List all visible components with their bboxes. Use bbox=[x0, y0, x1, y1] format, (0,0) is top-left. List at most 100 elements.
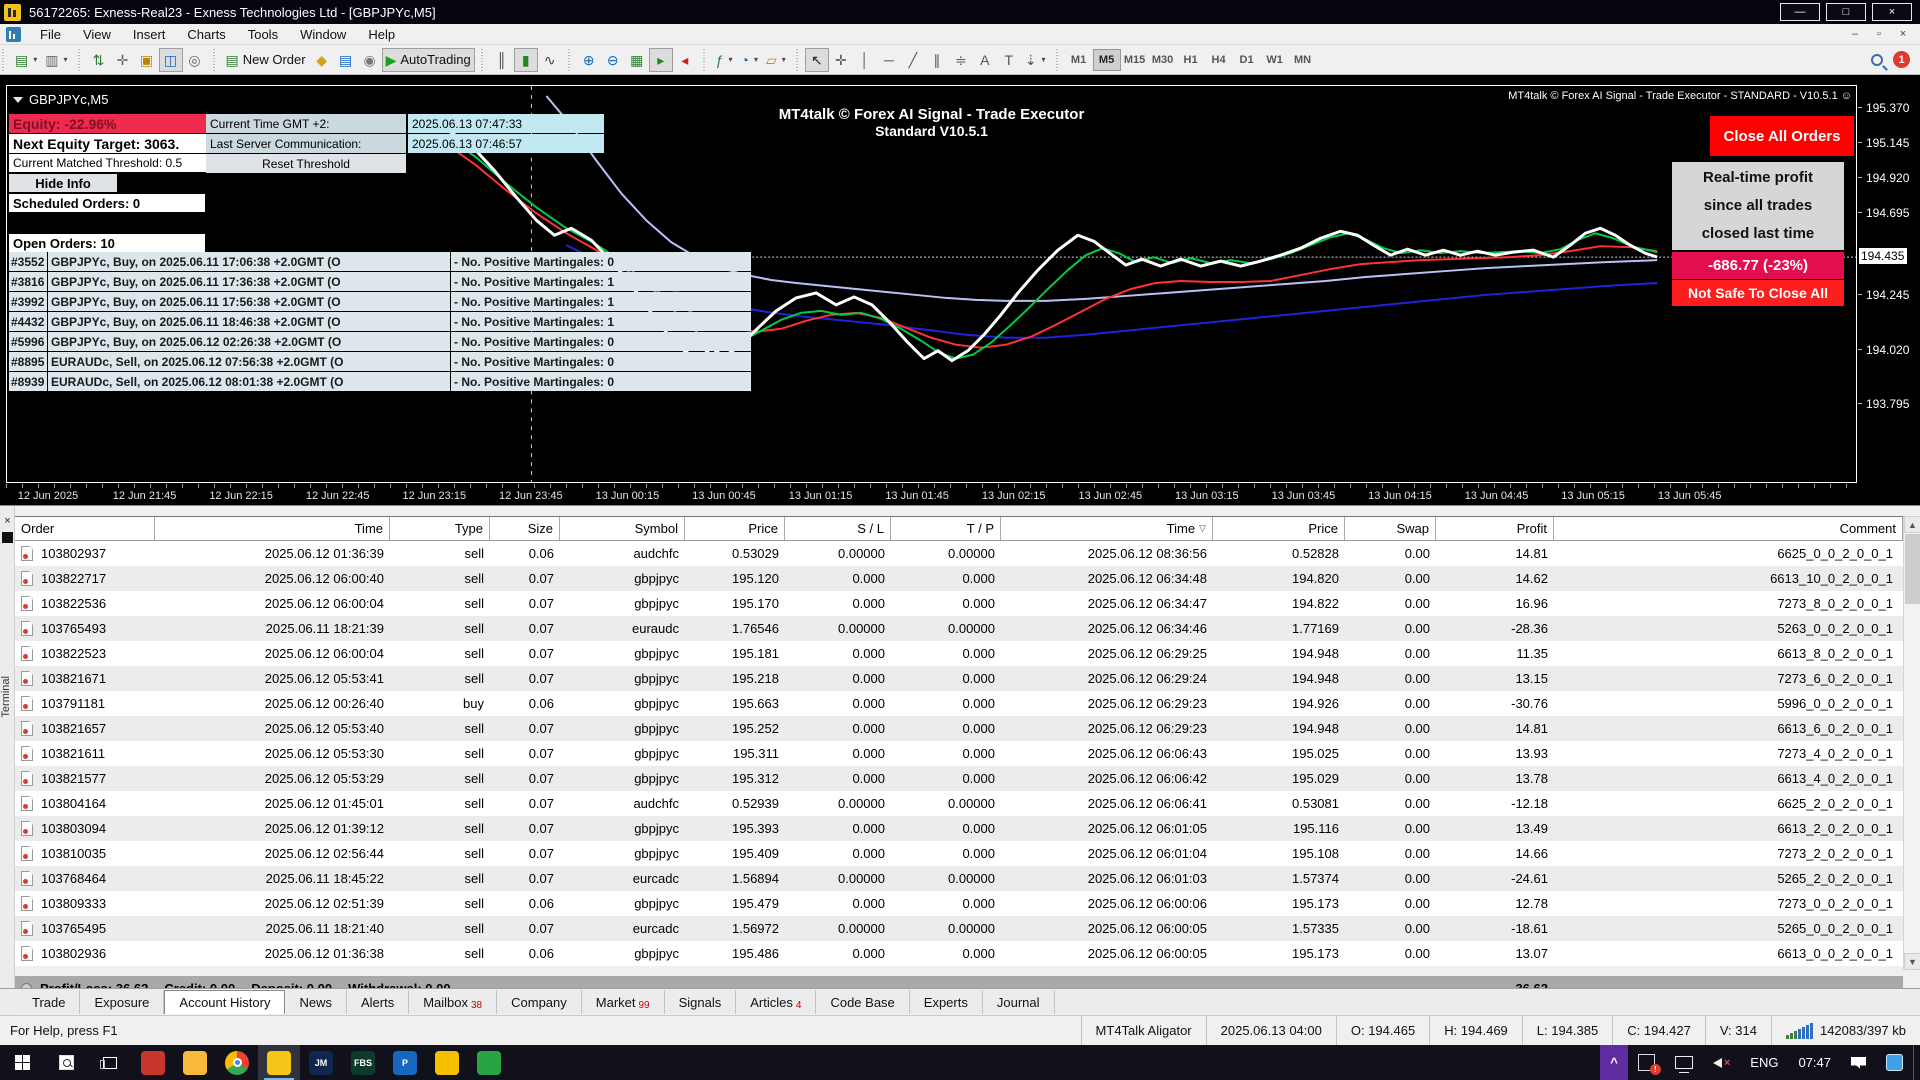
toolbar-grip[interactable] bbox=[567, 48, 573, 71]
tab-company[interactable]: Company bbox=[497, 990, 582, 1014]
metaeditor-button[interactable]: ◆ bbox=[310, 48, 334, 72]
column-header-size[interactable]: Size bbox=[490, 517, 560, 540]
time-axis[interactable]: 12 Jun 2025 12 Jun 21:45 12 Jun 22:15 12 Ju… bbox=[6, 484, 1857, 505]
experts-list-button[interactable]: ▤ bbox=[334, 48, 358, 72]
column-header-time[interactable]: Time bbox=[155, 517, 390, 540]
column-header-swap[interactable]: Swap bbox=[1345, 517, 1436, 540]
taskbar-search-button[interactable] bbox=[44, 1045, 88, 1080]
taskbar-app-chrome[interactable] bbox=[216, 1045, 258, 1080]
tab-market[interactable]: Market 99 bbox=[582, 990, 665, 1014]
tab-exposure[interactable]: Exposure bbox=[80, 990, 165, 1014]
strategy-tester-button[interactable]: ◎ bbox=[183, 48, 207, 72]
zoom-in-button[interactable]: ⊕ bbox=[577, 48, 601, 72]
toolbar-grip[interactable] bbox=[77, 48, 83, 71]
cursor-tool-button[interactable]: ↖ bbox=[804, 47, 829, 72]
table-row[interactable]: 103821657 2025.06.12 05:53:40 sell 0.07 gbpj… bbox=[15, 716, 1903, 741]
arrows-tool-button[interactable]: ⇣ ▾ bbox=[1021, 48, 1050, 72]
data-window-button[interactable]: ✛ bbox=[111, 48, 135, 72]
text-tool-button[interactable]: A bbox=[973, 48, 997, 72]
table-row[interactable]: 103822523 2025.06.12 06:00:04 sell 0.07 gbpj… bbox=[15, 641, 1903, 666]
tab-experts[interactable]: Experts bbox=[910, 990, 983, 1014]
table-row[interactable]: 103809333 2025.06.12 02:51:39 sell 0.06 gbpj… bbox=[15, 891, 1903, 916]
menu-item-insert[interactable]: Insert bbox=[122, 24, 177, 45]
table-row[interactable]: 103810035 2025.06.12 02:56:44 sell 0.07 gbpj… bbox=[15, 841, 1903, 866]
profiles-button[interactable]: ▥ ▾ bbox=[41, 48, 71, 72]
timeframe-h1-button[interactable]: H1 bbox=[1177, 49, 1205, 71]
table-row[interactable]: 103822536 2025.06.12 06:00:04 sell 0.07 gbpj… bbox=[15, 591, 1903, 616]
table-row[interactable]: 103765493 2025.06.11 18:21:39 sell 0.07 eura… bbox=[15, 616, 1903, 641]
taskbar-app-files[interactable] bbox=[174, 1045, 216, 1080]
table-row[interactable]: 103822717 2025.06.12 06:00:40 sell 0.07 gbpj… bbox=[15, 566, 1903, 591]
widget-icon[interactable] bbox=[1876, 1045, 1913, 1080]
new-chart-button[interactable]: ▤ ▾ bbox=[11, 48, 41, 72]
notification-badge[interactable]: 1 bbox=[1893, 51, 1910, 68]
menu-item-charts[interactable]: Charts bbox=[176, 24, 236, 45]
tab-mailbox[interactable]: Mailbox 38 bbox=[409, 990, 498, 1014]
column-header-type[interactable]: Type bbox=[390, 517, 490, 540]
toolbar-grip[interactable] bbox=[795, 48, 801, 71]
fibonacci-tool-button[interactable]: ≑ bbox=[949, 48, 973, 72]
auto-scroll-button[interactable]: ▸ bbox=[648, 47, 673, 72]
scroll-up-button[interactable]: ▲ bbox=[1904, 516, 1920, 533]
grid-scrollbar[interactable]: ▲ ▼ bbox=[1903, 516, 1920, 970]
column-header-price[interactable]: Price bbox=[685, 517, 785, 540]
timeframe-m15-button[interactable]: M15 bbox=[1121, 49, 1149, 71]
minimize-button[interactable]: — bbox=[1780, 3, 1820, 21]
timeframe-mn-button[interactable]: MN bbox=[1289, 49, 1317, 71]
column-header-tp[interactable]: T / P bbox=[891, 517, 1001, 540]
toolbar-grip[interactable] bbox=[702, 48, 708, 71]
volume-muted-icon[interactable]: × bbox=[1703, 1045, 1740, 1080]
timeframe-d1-button[interactable]: D1 bbox=[1233, 49, 1261, 71]
tray-clock[interactable]: 07:47 bbox=[1788, 1045, 1841, 1080]
timeframe-w1-button[interactable]: W1 bbox=[1261, 49, 1289, 71]
templates-button[interactable]: ▱ ▾ bbox=[762, 48, 790, 72]
table-row[interactable]: 103821611 2025.06.12 05:53:30 sell 0.07 gbpj… bbox=[15, 741, 1903, 766]
market-watch-button[interactable]: ⇅ bbox=[87, 48, 111, 72]
navigator-button[interactable]: ▣ bbox=[135, 48, 159, 72]
candlestick-mode-button[interactable]: ▮ bbox=[513, 47, 538, 72]
horizontal-line-tool-button[interactable]: ─ bbox=[877, 48, 901, 72]
child-restore-button[interactable]: ▫ bbox=[1868, 26, 1890, 42]
bar-chart-mode-button[interactable]: ║ bbox=[490, 48, 514, 72]
tab-account-history[interactable]: Account History bbox=[164, 990, 286, 1014]
search-icon[interactable] bbox=[1871, 53, 1883, 66]
timeframe-m5-button[interactable]: M5 bbox=[1092, 48, 1121, 71]
toolbar-grip[interactable] bbox=[480, 48, 486, 71]
table-row[interactable]: 103765495 2025.06.11 18:21:40 sell 0.07 eurc… bbox=[15, 916, 1903, 941]
tray-app-alert-icon[interactable] bbox=[1628, 1045, 1665, 1080]
chart-plot[interactable]: GBPJPYc,M5 Equity: -22.96% Next Equity T… bbox=[6, 85, 1857, 483]
taskbar-app-p[interactable]: P bbox=[384, 1045, 426, 1080]
web-request-button[interactable]: ◉ bbox=[358, 48, 382, 72]
tab-alerts[interactable]: Alerts bbox=[347, 990, 410, 1014]
toolbar-grip[interactable] bbox=[2, 48, 7, 71]
column-header-profit[interactable]: Profit bbox=[1436, 517, 1554, 540]
taskbar-app-yellow[interactable] bbox=[426, 1045, 468, 1080]
close-button[interactable]: × bbox=[1872, 3, 1912, 21]
start-button[interactable] bbox=[0, 1045, 44, 1080]
tab-code-base[interactable]: Code Base bbox=[816, 990, 910, 1014]
column-header-order[interactable]: Order bbox=[15, 517, 155, 540]
scroll-thumb[interactable] bbox=[1905, 534, 1920, 604]
terminal-grip[interactable] bbox=[2, 532, 13, 543]
zoom-out-button[interactable]: ⊖ bbox=[601, 48, 625, 72]
table-row[interactable]: 103804164 2025.06.12 01:45:01 sell 0.07 audc… bbox=[15, 791, 1903, 816]
child-minimize-button[interactable]: – bbox=[1844, 26, 1866, 42]
table-row[interactable]: 103821577 2025.06.12 05:53:29 sell 0.07 gbpj… bbox=[15, 766, 1903, 791]
crosshair-tool-button[interactable]: ✛ bbox=[829, 48, 853, 72]
reset-threshold-button[interactable]: Reset Threshold bbox=[206, 154, 406, 173]
timeframe-h4-button[interactable]: H4 bbox=[1205, 49, 1233, 71]
column-header-time[interactable]: Time ▽ bbox=[1001, 517, 1213, 540]
column-header-comment[interactable]: Comment bbox=[1554, 517, 1903, 540]
tab-news[interactable]: News bbox=[285, 990, 347, 1014]
menu-item-file[interactable]: File bbox=[29, 24, 72, 45]
language-indicator[interactable]: ENG bbox=[1740, 1045, 1788, 1080]
terminal-close-button[interactable]: × bbox=[0, 514, 15, 528]
column-header-symbol[interactable]: Symbol bbox=[560, 517, 685, 540]
notification-center-icon[interactable] bbox=[1841, 1045, 1876, 1080]
channel-tool-button[interactable]: ∥ bbox=[925, 48, 949, 72]
column-header-price[interactable]: Price bbox=[1213, 517, 1345, 540]
trendline-tool-button[interactable]: ╱ bbox=[901, 48, 925, 72]
line-chart-mode-button[interactable]: ∿ bbox=[538, 48, 562, 72]
table-row[interactable]: 103802937 2025.06.12 01:36:39 sell 0.06 audc… bbox=[15, 541, 1903, 566]
tab-journal[interactable]: Journal bbox=[983, 990, 1055, 1014]
